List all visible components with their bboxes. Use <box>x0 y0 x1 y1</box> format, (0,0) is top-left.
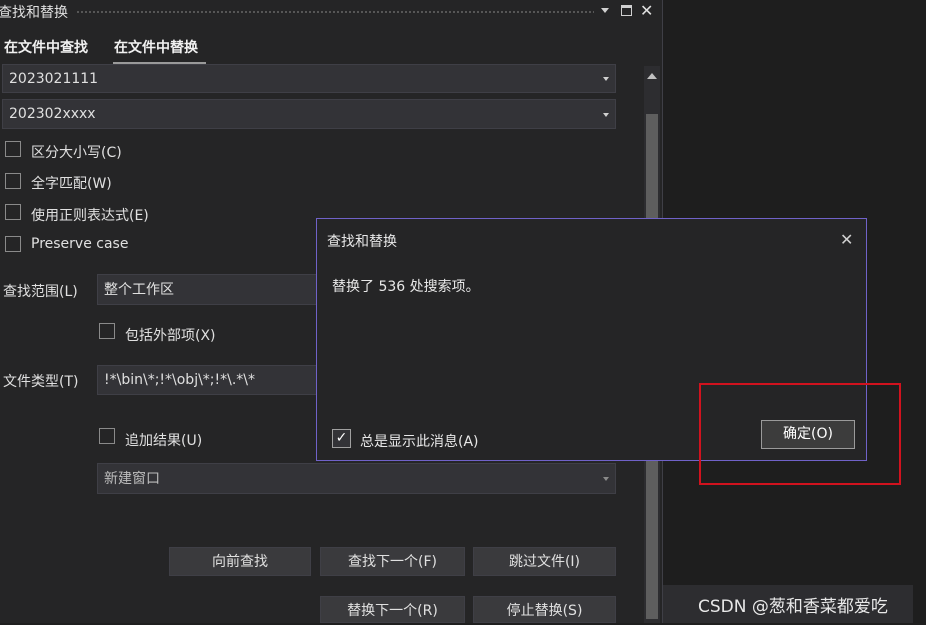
include-external-label: 包括外部项(X) <box>125 328 216 344</box>
scroll-up-icon[interactable] <box>647 73 657 79</box>
replace-input[interactable]: 202302xxxx <box>2 99 616 129</box>
preserve-case-checkbox[interactable] <box>5 236 21 252</box>
dialog-close-icon[interactable]: ✕ <box>840 230 853 249</box>
whole-word-checkbox[interactable] <box>5 173 21 189</box>
close-icon[interactable]: ✕ <box>640 1 653 20</box>
replace-next-button[interactable]: 替换下一个(R) <box>320 596 465 623</box>
replace-input-value: 202302xxxx <box>9 106 96 122</box>
scope-select[interactable]: 整个工作区 <box>97 274 317 305</box>
chevron-down-icon[interactable] <box>603 113 609 117</box>
dialog-message: 替换了 536 处搜索项。 <box>332 279 480 295</box>
find-input-value: 2023021111 <box>9 71 99 87</box>
match-case-label: 区分大小写(C) <box>31 145 122 161</box>
file-types-label: 文件类型(T) <box>3 374 79 390</box>
panel-title: 查找和替换 <box>0 5 68 21</box>
scope-select-value: 整个工作区 <box>104 282 174 298</box>
chevron-down-icon[interactable] <box>603 77 609 81</box>
maximize-icon[interactable] <box>621 5 632 16</box>
include-external-checkbox[interactable] <box>99 323 115 339</box>
regex-checkbox[interactable] <box>5 204 21 220</box>
preserve-case-label: Preserve case <box>31 236 129 252</box>
result-window-select[interactable]: 新建窗口 <box>97 463 616 494</box>
file-types-input[interactable]: !*\bin\*;!*\obj\*;!*\.*\* <box>97 365 317 395</box>
highlight-box <box>699 383 901 485</box>
title-grip <box>76 10 594 15</box>
find-previous-button[interactable]: 向前查找 <box>169 547 311 576</box>
regex-label: 使用正则表达式(E) <box>31 208 149 224</box>
whole-word-label: 全字匹配(W) <box>31 176 112 192</box>
append-results-checkbox[interactable] <box>99 428 115 444</box>
dialog-title: 查找和替换 <box>327 234 397 250</box>
result-window-value: 新建窗口 <box>104 471 160 487</box>
always-show-checkbox[interactable]: ✓ <box>332 429 351 448</box>
dropdown-arrow-icon[interactable] <box>601 8 609 13</box>
tab-replace-in-files[interactable]: 在文件中替换 <box>114 37 198 57</box>
watermark-text: CSDN @葱和香菜都爱吃 <box>698 597 888 617</box>
find-input[interactable]: 2023021111 <box>2 64 616 93</box>
find-next-button[interactable]: 查找下一个(F) <box>320 547 465 576</box>
always-show-label: 总是显示此消息(A) <box>360 434 479 450</box>
append-results-label: 追加结果(U) <box>125 433 203 449</box>
stop-replace-button[interactable]: 停止替换(S) <box>473 596 616 623</box>
tab-find-in-files[interactable]: 在文件中查找 <box>4 37 88 57</box>
chevron-down-icon[interactable] <box>603 477 609 481</box>
scope-label: 查找范围(L) <box>3 284 78 300</box>
file-types-value: !*\bin\*;!*\obj\*;!*\.*\* <box>104 372 256 388</box>
skip-file-button[interactable]: 跳过文件(I) <box>473 547 616 576</box>
match-case-checkbox[interactable] <box>5 141 21 157</box>
